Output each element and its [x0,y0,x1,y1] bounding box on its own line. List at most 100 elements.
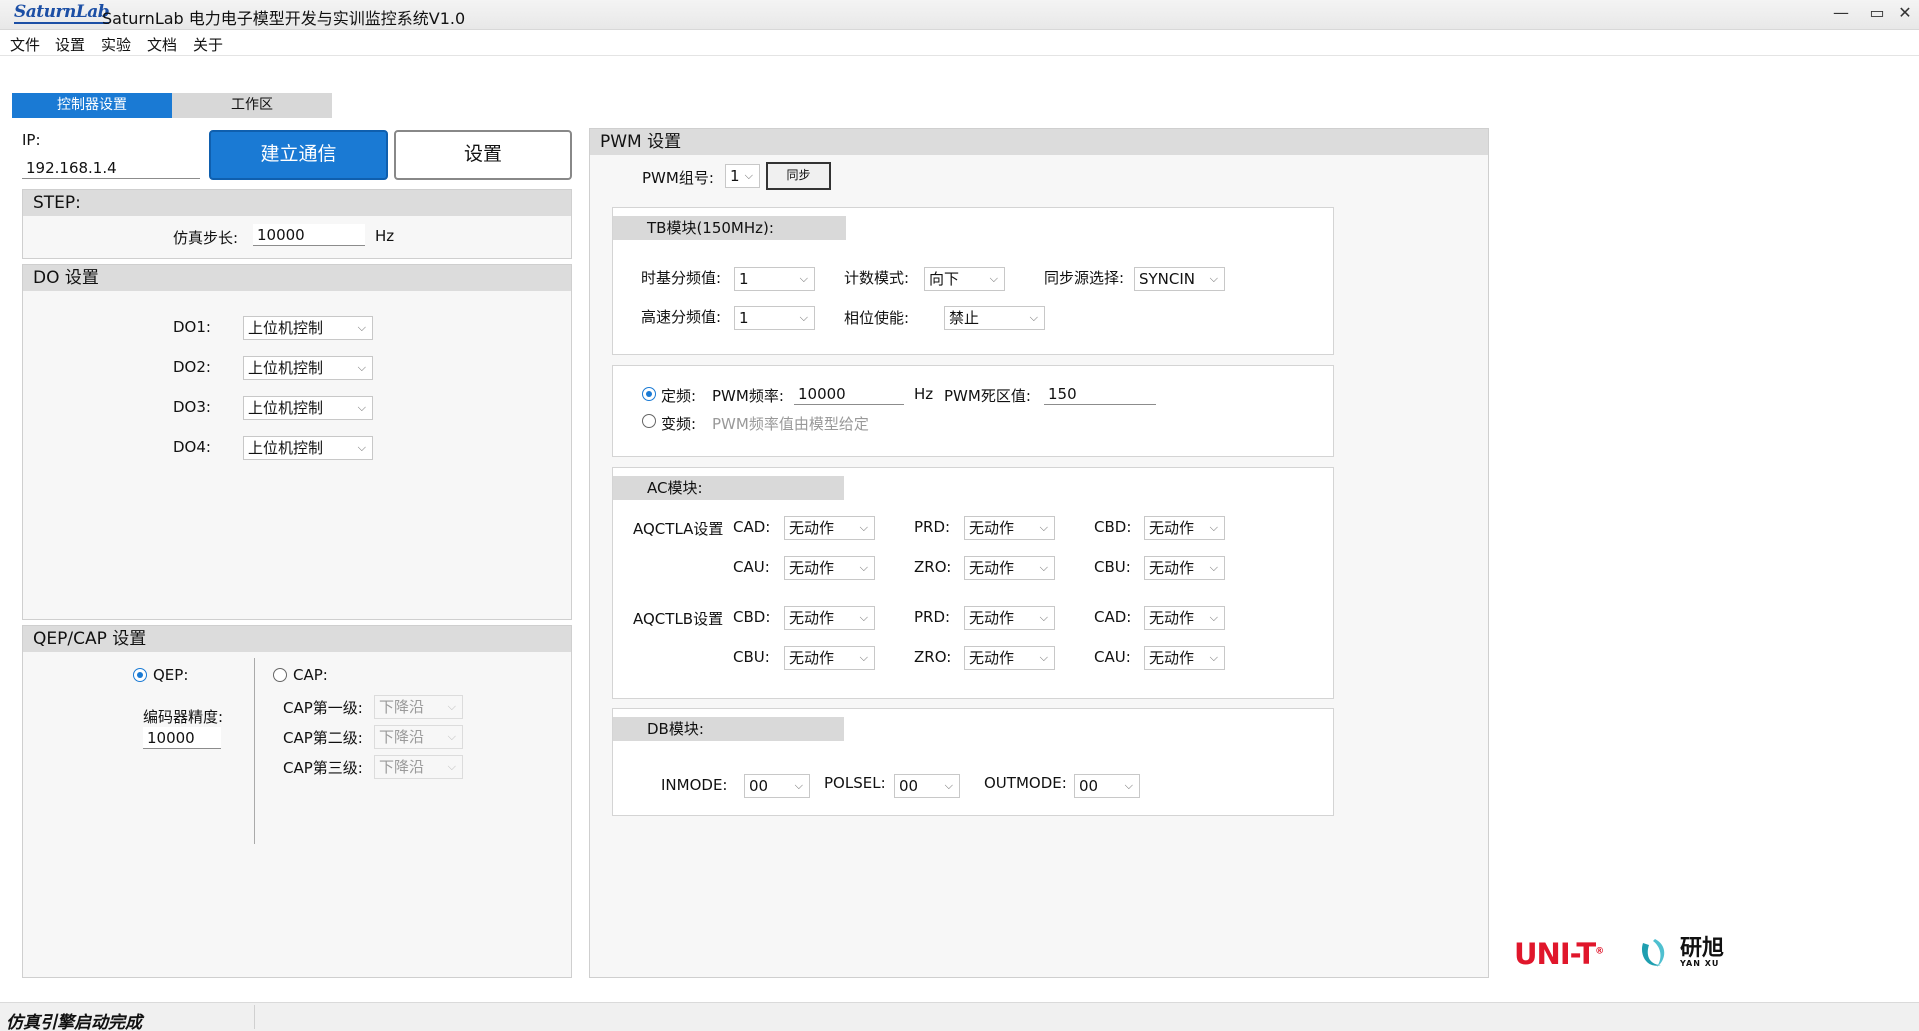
do1-select-value: 上位机控制 [248,319,324,337]
aqctlb-zro-select[interactable]: 无动作 ⌵ [964,646,1055,670]
close-button[interactable]: ✕ [1890,2,1919,26]
menu-file[interactable]: 文件 [10,34,40,55]
do3-select-value: 上位机控制 [248,399,324,417]
chevron-down-icon: ⌵ [859,651,868,664]
fixed-freq-radio[interactable] [642,387,656,401]
qep-cap-divider [254,658,255,844]
ip-input[interactable]: 192.168.1.4 [22,157,200,179]
chevron-down-icon: ⌵ [1039,561,1048,574]
timebase-div-select[interactable]: 1 ⌵ [734,267,815,291]
minimize-button[interactable]: — [1826,2,1856,26]
qep-radio[interactable] [133,668,147,682]
fixed-freq-label: 定频: [661,387,697,405]
phase-enable-label: 相位使能: [844,309,910,327]
aqctla-cau-value: 无动作 [789,559,835,577]
inmode-select[interactable]: 00 ⌵ [744,774,810,798]
settings-button[interactable]: 设置 [394,130,572,180]
deadband-label: PWM死区值: [944,387,1031,405]
do-panel: DO 设置 DO1: 上位机控制 ⌵ DO2: 上位机控制 ⌵ DO3: 上位机控制… [22,264,572,620]
sim-step-input[interactable]: 10000 [253,224,365,246]
aqctlb-cau-select[interactable]: 无动作 ⌵ [1144,646,1225,670]
do2-select[interactable]: 上位机控制 ⌵ [243,356,373,380]
registered-mark: ® [1595,946,1604,957]
aqctla-cbd-value: 无动作 [1149,519,1195,537]
menu-settings[interactable]: 设置 [55,34,85,55]
chevron-down-icon: ⌵ [447,700,456,713]
sync-button[interactable]: 同步 [766,162,831,190]
frequency-module: 定频: PWM频率: 10000 Hz PWM死区值: 150 变频: PWM频… [612,365,1334,457]
outmode-select[interactable]: 00 ⌵ [1074,774,1140,798]
yanxu-logo-cn: 研旭 [1680,935,1725,961]
connect-button[interactable]: 建立通信 [209,130,388,180]
sync-source-select[interactable]: SYNCIN ⌵ [1134,267,1225,291]
pwm-group-label: PWM组号: [642,169,714,187]
do1-select[interactable]: 上位机控制 ⌵ [243,316,373,340]
aqctlb-prd-select[interactable]: 无动作 ⌵ [964,606,1055,630]
do4-select[interactable]: 上位机控制 ⌵ [243,436,373,460]
aqctla-cbd-label: CBD: [1094,518,1132,536]
menu-docs[interactable]: 文档 [147,34,177,55]
aqctla-cbu-select[interactable]: 无动作 ⌵ [1144,556,1225,580]
aqctla-cad-select[interactable]: 无动作 ⌵ [784,516,875,540]
chevron-down-icon: ⌵ [1039,521,1048,534]
aqctla-zro-select[interactable]: 无动作 ⌵ [964,556,1055,580]
chevron-down-icon: ⌵ [859,561,868,574]
aqctla-prd-select[interactable]: 无动作 ⌵ [964,516,1055,540]
aqctlb-zro-label: ZRO: [914,648,952,666]
status-divider [254,1005,255,1029]
chevron-down-icon: ⌵ [859,521,868,534]
deadband-input[interactable]: 150 [1044,383,1156,405]
encoder-precision-label: 编码器精度: [143,708,224,726]
aqctlb-cbd-value: 无动作 [789,609,835,627]
cap-level2-select[interactable]: 下降沿 ⌵ [374,725,463,749]
aqctlb-cbd-select[interactable]: 无动作 ⌵ [784,606,875,630]
aqctlb-cad-select[interactable]: 无动作 ⌵ [1144,606,1225,630]
aqctla-cad-value: 无动作 [789,519,835,537]
aqctlb-prd-value: 无动作 [969,609,1015,627]
chevron-down-icon: ⌵ [1124,779,1133,792]
polsel-value: 00 [899,777,919,795]
variable-freq-note: PWM频率值由模型给定 [712,415,869,433]
aqctlb-cbu-select[interactable]: 无动作 ⌵ [784,646,875,670]
chevron-down-icon: ⌵ [1209,272,1218,285]
app-logo: SaturnLab [14,2,110,24]
do3-label: DO3: [173,398,211,416]
cap-radio[interactable] [273,668,287,682]
cap-level3-select[interactable]: 下降沿 ⌵ [374,755,463,779]
chevron-down-icon: ⌵ [989,272,998,285]
chevron-down-icon: ⌵ [799,272,808,285]
tab-workspace[interactable]: 工作区 [172,93,332,118]
aqctlb-cau-label: CAU: [1094,648,1131,666]
variable-freq-radio[interactable] [642,414,656,428]
tab-controller-settings[interactable]: 控制器设置 [12,93,172,118]
hs-div-select[interactable]: 1 ⌵ [734,306,815,330]
aqctla-prd-label: PRD: [914,518,951,536]
chevron-down-icon: ⌵ [1039,611,1048,624]
aqctlb-cad-label: CAD: [1094,608,1132,626]
aqctla-cbd-select[interactable]: 无动作 ⌵ [1144,516,1225,540]
do3-select[interactable]: 上位机控制 ⌵ [243,396,373,420]
encoder-precision-input[interactable]: 10000 [143,727,221,749]
outmode-value: 00 [1079,777,1099,795]
menu-about[interactable]: 关于 [193,34,223,55]
menu-experiment[interactable]: 实验 [101,34,131,55]
chevron-down-icon: ⌵ [799,311,808,324]
chevron-down-icon: ⌵ [447,760,456,773]
maximize-button[interactable]: ▭ [1862,2,1892,26]
pwm-freq-input[interactable]: 10000 [794,383,904,405]
pwm-panel-title: PWM 设置 [590,129,1488,155]
timebase-div-value: 1 [739,270,749,288]
aqctlb-cbu-value: 无动作 [789,649,835,667]
aqctla-cau-label: CAU: [733,558,770,576]
pwm-group-select[interactable]: 1 ⌵ [725,164,760,188]
aqctlb-cbu-label: CBU: [733,648,770,666]
polsel-select[interactable]: 00 ⌵ [894,774,960,798]
aqctla-cau-select[interactable]: 无动作 ⌵ [784,556,875,580]
aqctlb-label: AQCTLB设置 [633,610,724,628]
do4-label: DO4: [173,438,211,456]
sync-source-value: SYNCIN [1139,270,1196,288]
cap-level1-select[interactable]: 下降沿 ⌵ [374,695,463,719]
count-mode-select[interactable]: 向下 ⌵ [924,267,1005,291]
phase-enable-select[interactable]: 禁止 ⌵ [944,306,1045,330]
cap-level2-label: CAP第二级: [283,729,363,747]
